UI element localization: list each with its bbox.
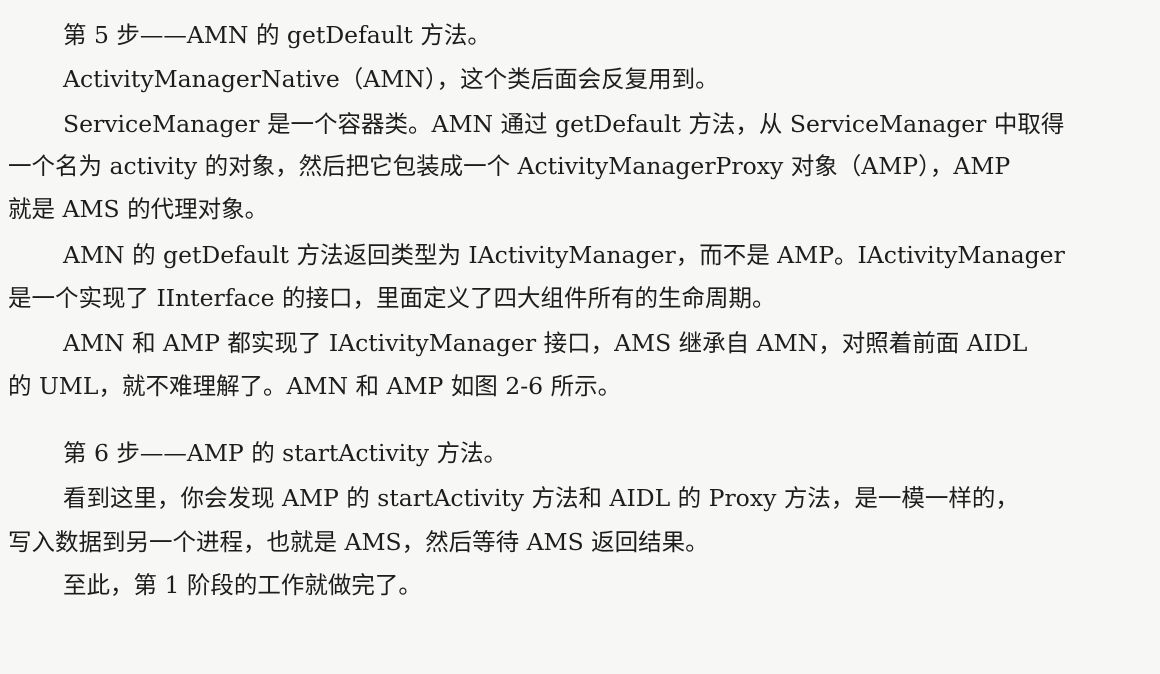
amn-intro-line: ActivityManagerNative（AMN），这个类后面会反复用到。 <box>0 62 1160 96</box>
stage1-complete-line: 至此，第 1 阶段的工作就做完了。 <box>0 568 1160 602</box>
startactivity-line-1-text: 看到这里，你会发现 AMP 的 startActivity 方法和 AIDL 的… <box>63 484 1019 512</box>
servicemanager-line-1-rest: 。AMN 通过 getDefault 方法，从 ServiceManager 中… <box>407 110 1065 138</box>
getdefault-paragraph-line-1: AMN 的 getDefault 方法返回类型为 IActivityManage… <box>0 238 1160 272</box>
amn-amp-paragraph-line-1: AMN 和 AMP 都实现了 IActivityManager 接口，AMS 继… <box>0 326 1160 360</box>
book-page: 第 5 步——AMN 的 getDefault 方法。 ActivityMana… <box>0 0 1160 674</box>
servicemanager-line-3-text: 就是 AMS 的代理对象。 <box>8 195 269 223</box>
servicemanager-paragraph-line-3: 就是 AMS 的代理对象。 <box>0 192 1160 226</box>
startactivity-paragraph-line-1: 看到这里，你会发现 AMP 的 startActivity 方法和 AIDL 的… <box>0 481 1160 515</box>
amn-amp-paragraph-line-2: 的 UML，就不难理解了。AMN 和 AMP 如图 2-6 所示。 <box>0 369 1160 403</box>
startactivity-paragraph-line-2: 写入数据到另一个进程，也就是 AMS，然后等待 AMS 返回结果。 <box>0 525 1160 559</box>
servicemanager-underlined-text: ServiceManager 是一个容器类 <box>63 110 408 138</box>
step5-heading-text: 第 5 步——AMN 的 getDefault 方法。 <box>63 21 491 49</box>
amn-amp-line-2-text: 的 UML，就不难理解了。AMN 和 AMP 如图 2-6 所示。 <box>8 372 622 400</box>
startactivity-line-2-text: 写入数据到另一个进程，也就是 AMS，然后等待 AMS 返回结果。 <box>8 528 709 556</box>
stage1-complete-text: 至此，第 1 阶段的工作就做完了。 <box>63 571 422 599</box>
amn-amp-line-1-text: AMN 和 AMP 都实现了 IActivityManager 接口，AMS 继… <box>63 329 1028 357</box>
servicemanager-underlined-phrase: ServiceManager 是一个容器类 <box>63 107 408 141</box>
servicemanager-line-2-text: 一个名为 activity 的对象，然后把它包装成一个 ActivityMana… <box>8 152 1011 180</box>
amn-intro-text: ActivityManagerNative（AMN），这个类后面会反复用到。 <box>63 65 719 93</box>
step6-heading-text: 第 6 步——AMP 的 startActivity 方法。 <box>63 439 507 467</box>
step6-heading: 第 6 步——AMP 的 startActivity 方法。 <box>0 436 1160 470</box>
getdefault-line-2-text: 是一个实现了 IInterface 的接口，里面定义了四大组件所有的生命周期。 <box>8 284 776 312</box>
getdefault-line-1-text: AMN 的 getDefault 方法返回类型为 IActivityManage… <box>63 241 1065 269</box>
step5-heading: 第 5 步——AMN 的 getDefault 方法。 <box>0 18 1160 52</box>
servicemanager-paragraph-line-2: 一个名为 activity 的对象，然后把它包装成一个 ActivityMana… <box>0 149 1160 183</box>
servicemanager-paragraph-line-1: ServiceManager 是一个容器类 。AMN 通过 getDefault… <box>0 107 1160 141</box>
getdefault-paragraph-line-2: 是一个实现了 IInterface 的接口，里面定义了四大组件所有的生命周期。 <box>0 281 1160 315</box>
